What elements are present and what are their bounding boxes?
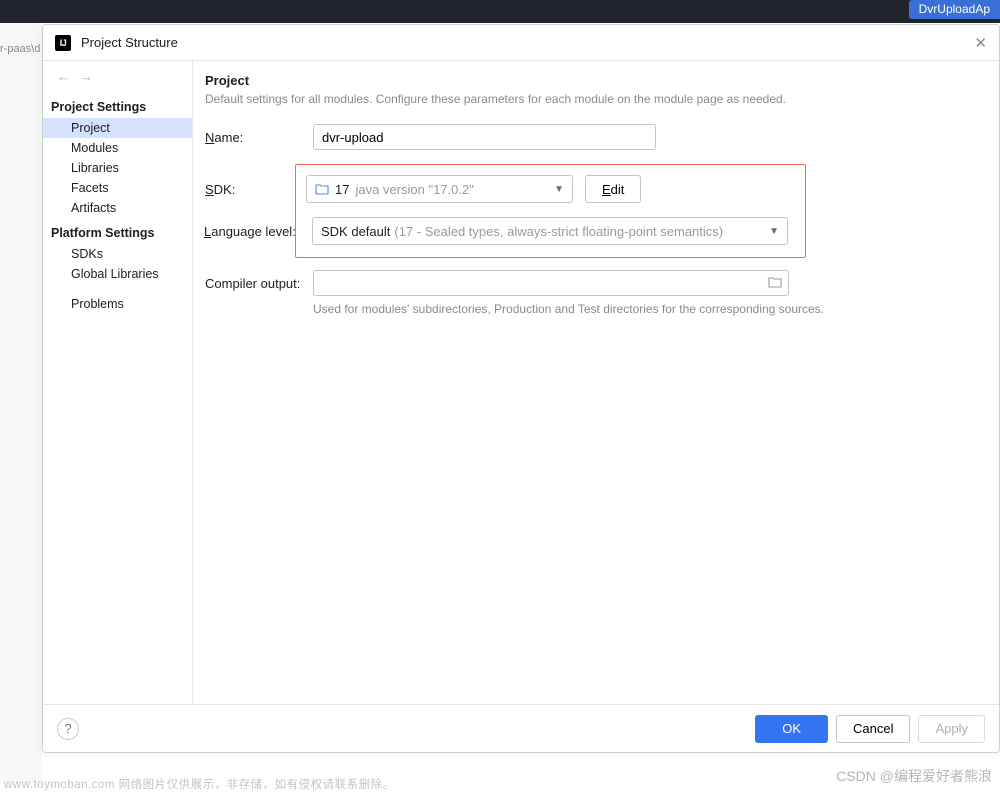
browse-folder-icon[interactable] xyxy=(768,276,782,291)
highlighted-region: 17 java version "17.0.2" ▼ Edit Language… xyxy=(295,164,806,258)
language-level-value: SDK default xyxy=(321,224,390,239)
sidebar-item-project[interactable]: Project xyxy=(43,118,192,138)
sidebar-item-problems[interactable]: Problems xyxy=(43,294,192,314)
compiler-output-label: Compiler output: xyxy=(205,276,301,291)
sidebar-heading-platform-settings: Platform Settings xyxy=(43,218,192,244)
background-breadcrumb-fragment: r-paas\d xyxy=(0,23,42,783)
dialog-titlebar: IJ Project Structure ✕ xyxy=(43,25,999,61)
apply-button[interactable]: Apply xyxy=(918,715,985,743)
chevron-down-icon: ▼ xyxy=(554,184,564,195)
nav-back-icon[interactable]: ← xyxy=(57,69,70,84)
jdk-folder-icon xyxy=(315,183,329,195)
run-config-tag[interactable]: DvrUploadAp xyxy=(909,0,1000,19)
close-icon[interactable]: ✕ xyxy=(974,34,987,52)
bottom-watermark: www.toymoban.com 网络图片仅供展示，非存储，如有侵权请联系删除。 xyxy=(4,776,395,792)
dialog-body: ← → Project Settings Project Modules Lib… xyxy=(43,61,999,704)
sidebar-item-libraries[interactable]: Libraries xyxy=(43,158,192,178)
nav-arrows: ← → xyxy=(43,69,192,92)
language-level-dropdown[interactable]: SDK default (17 - Sealed types, always-s… xyxy=(312,217,788,245)
language-level-detail: (17 - Sealed types, always-strict floati… xyxy=(394,224,723,239)
edit-sdk-button[interactable]: Edit xyxy=(585,175,641,203)
sidebar-item-facets[interactable]: Facets xyxy=(43,178,192,198)
sidebar-item-modules[interactable]: Modules xyxy=(43,138,192,158)
language-level-row: Language level: SDK default (17 - Sealed… xyxy=(204,217,795,245)
content-title: Project xyxy=(205,73,987,88)
sdk-detail-text: java version "17.0.2" xyxy=(355,182,473,197)
language-level-label: Language level: xyxy=(204,224,300,239)
sdk-row: 17 java version "17.0.2" ▼ Edit xyxy=(306,175,795,203)
project-name-input[interactable] xyxy=(313,124,656,150)
ok-button[interactable]: OK xyxy=(755,715,828,743)
name-label: Name: xyxy=(205,130,301,145)
intellij-icon: IJ xyxy=(55,35,71,51)
chevron-down-icon: ▼ xyxy=(769,226,779,237)
content-hint: Default settings for all modules. Config… xyxy=(205,92,987,106)
sidebar: ← → Project Settings Project Modules Lib… xyxy=(43,61,193,704)
right-watermark: CSDN @编程爱好者熊浪 xyxy=(836,766,992,786)
dialog-title: Project Structure xyxy=(81,35,964,50)
sdk-dropdown[interactable]: 17 java version "17.0.2" ▼ xyxy=(306,175,573,203)
sidebar-heading-project-settings: Project Settings xyxy=(43,92,192,118)
name-row: Name: xyxy=(205,124,987,150)
compiler-output-row: Compiler output: xyxy=(205,270,987,296)
sidebar-item-artifacts[interactable]: Artifacts xyxy=(43,198,192,218)
cancel-button[interactable]: Cancel xyxy=(836,715,910,743)
nav-forward-icon[interactable]: → xyxy=(80,69,93,84)
dialog-footer: ? OK Cancel Apply xyxy=(43,704,999,752)
compiler-output-hint: Used for modules' subdirectories, Produc… xyxy=(313,302,987,316)
compiler-output-input[interactable] xyxy=(313,270,789,296)
sidebar-item-global-libraries[interactable]: Global Libraries xyxy=(43,264,192,284)
project-structure-dialog: IJ Project Structure ✕ ← → Project Setti… xyxy=(42,24,1000,753)
sidebar-item-sdks[interactable]: SDKs xyxy=(43,244,192,264)
sdk-version-text: 17 xyxy=(335,182,349,197)
content-pane: Project Default settings for all modules… xyxy=(193,61,999,704)
help-button[interactable]: ? xyxy=(57,718,79,740)
ide-top-bar: DvrUploadAp xyxy=(0,0,1000,23)
